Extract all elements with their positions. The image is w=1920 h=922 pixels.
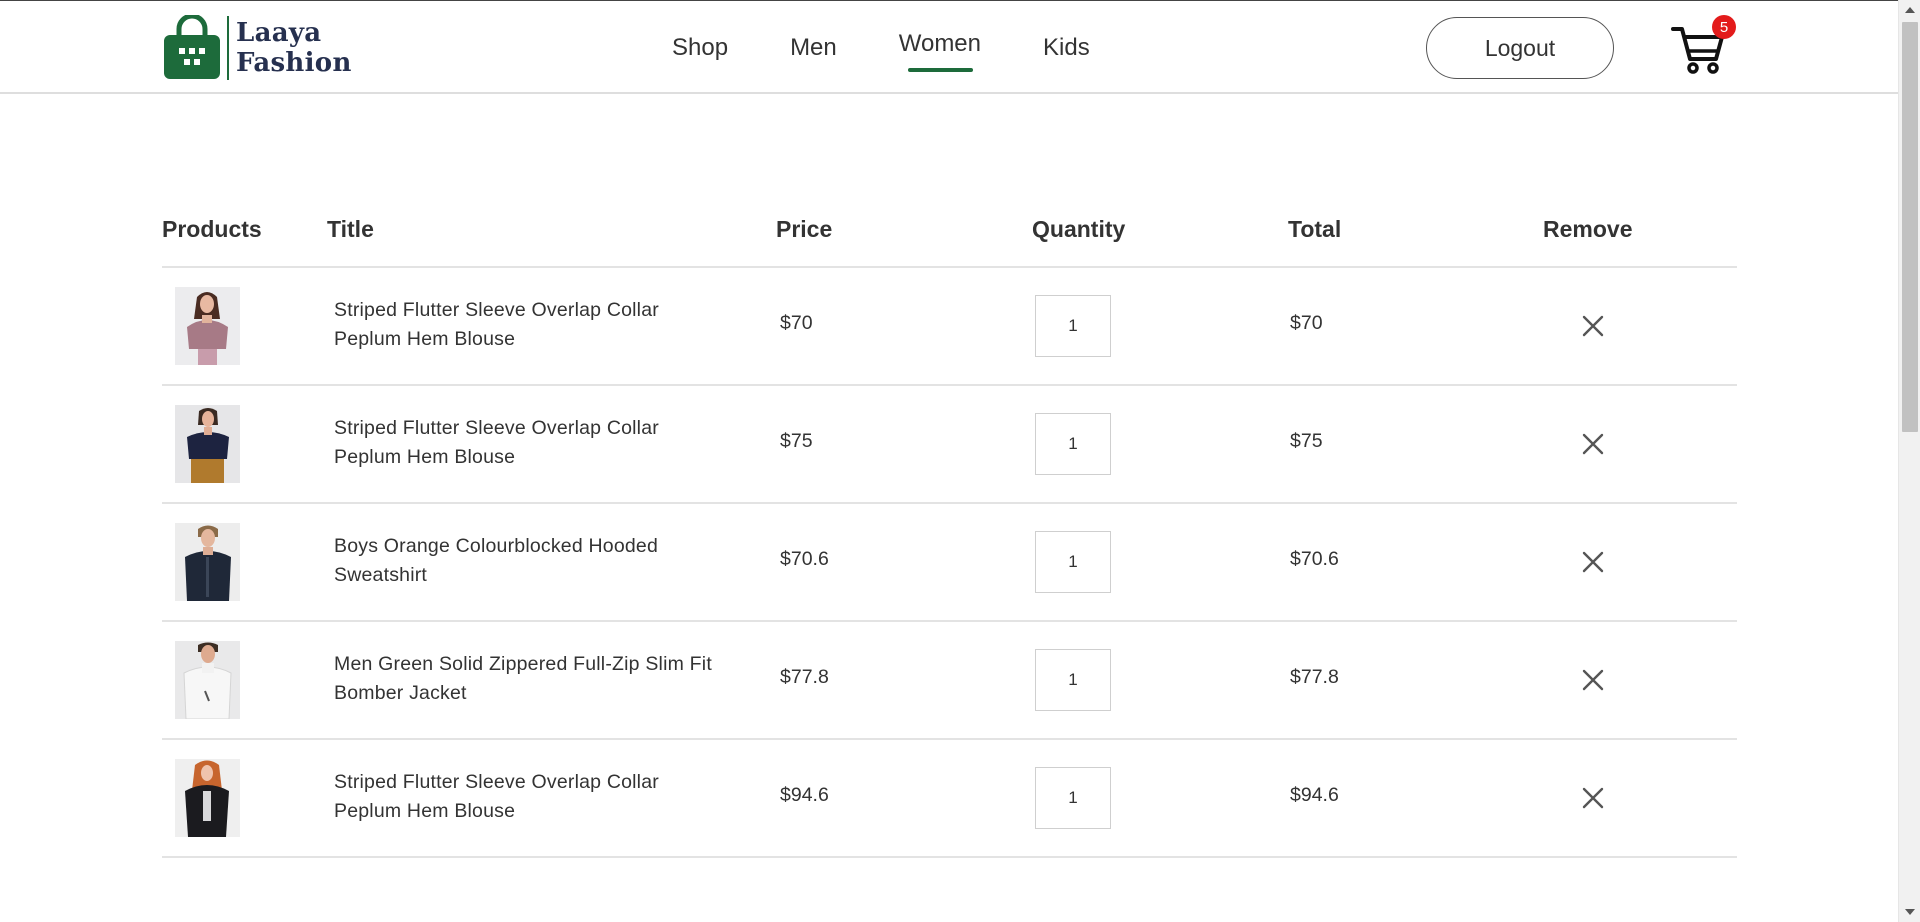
product-image[interactable] (175, 759, 240, 837)
close-icon[interactable] (1580, 549, 1606, 575)
main-nav: Shop Men Women Kids (672, 1, 1152, 94)
quantity-input[interactable] (1035, 767, 1111, 829)
product-total: $70 (1290, 312, 1323, 334)
table-row: Striped Flutter Sleeve Overlap Collar Pe… (162, 386, 1737, 504)
shopping-bag-icon (164, 15, 220, 79)
product-total: $75 (1290, 430, 1323, 452)
product-price: $94.6 (780, 784, 829, 806)
product-photo-boy-navy-jacket (175, 523, 240, 601)
scroll-up-arrow-icon[interactable] (1899, 0, 1920, 20)
nav-men[interactable]: Men (790, 34, 837, 62)
quantity-input[interactable] (1035, 531, 1111, 593)
quantity-input[interactable] (1035, 649, 1111, 711)
header-title: Title (327, 216, 374, 242)
table-row: Boys Orange Colourblocked Hooded Sweatsh… (162, 504, 1737, 622)
product-image[interactable] (175, 405, 240, 483)
product-photo-woman-navy-top (175, 405, 240, 483)
brand-name: Laaya Fashion (236, 18, 352, 78)
quantity-input[interactable] (1035, 413, 1111, 475)
brand-name-line2: Fashion (236, 48, 352, 78)
header-products: Products (162, 216, 262, 242)
logo-divider (227, 16, 229, 80)
header-total: Total (1288, 216, 1342, 242)
scroll-down-arrow-icon[interactable] (1899, 902, 1920, 922)
product-price: $70.6 (780, 548, 829, 570)
logout-button[interactable]: Logout (1426, 17, 1614, 79)
product-image[interactable] (175, 287, 240, 365)
cart-button[interactable]: 5 (1670, 15, 1736, 75)
table-row: Striped Flutter Sleeve Overlap Collar Pe… (162, 268, 1737, 386)
product-image[interactable] (175, 641, 240, 719)
scrollbar-thumb[interactable] (1902, 22, 1918, 432)
product-photo-woman-black-fur-jacket (175, 759, 240, 837)
product-photo-woman-mauve-blouse (175, 287, 240, 365)
close-icon[interactable] (1580, 431, 1606, 457)
header-remove: Remove (1543, 216, 1633, 242)
brand-name-line1: Laaya (236, 18, 322, 48)
product-price: $77.8 (780, 666, 829, 688)
header-quantity: Quantity (1032, 216, 1126, 242)
product-total: $70.6 (1290, 548, 1339, 570)
quantity-input[interactable] (1035, 295, 1111, 357)
nav-kids[interactable]: Kids (1043, 34, 1090, 62)
product-title[interactable]: Striped Flutter Sleeve Overlap Collar Pe… (334, 768, 724, 826)
close-icon[interactable] (1580, 313, 1606, 339)
site-header: Laaya Fashion Shop Men Women Kids Logout… (0, 1, 1898, 94)
cart-count-badge: 5 (1712, 15, 1736, 39)
product-title[interactable]: Boys Orange Colourblocked Hooded Sweatsh… (334, 532, 724, 590)
product-price: $75 (780, 430, 813, 452)
product-total: $77.8 (1290, 666, 1339, 688)
table-row: Striped Flutter Sleeve Overlap Collar Pe… (162, 740, 1737, 858)
product-title[interactable]: Men Green Solid Zippered Full-Zip Slim F… (334, 650, 724, 708)
close-icon[interactable] (1580, 785, 1606, 811)
product-photo-man-white-jacket (175, 641, 240, 719)
product-title[interactable]: Striped Flutter Sleeve Overlap Collar Pe… (334, 414, 724, 472)
brand-logo[interactable]: Laaya Fashion (162, 15, 352, 81)
header-price: Price (776, 216, 833, 242)
nav-women[interactable]: Women (899, 30, 981, 72)
table-header: Products Title Price Quantity Total Remo… (162, 208, 1737, 268)
product-title[interactable]: Striped Flutter Sleeve Overlap Collar Pe… (334, 296, 724, 354)
table-row: Men Green Solid Zippered Full-Zip Slim F… (162, 622, 1737, 740)
close-icon[interactable] (1580, 667, 1606, 693)
product-price: $70 (780, 312, 813, 334)
product-total: $94.6 (1290, 784, 1339, 806)
cart-table: Products Title Price Quantity Total Remo… (162, 208, 1737, 858)
product-image[interactable] (175, 523, 240, 601)
vertical-scrollbar[interactable] (1898, 0, 1920, 922)
nav-shop[interactable]: Shop (672, 34, 728, 62)
